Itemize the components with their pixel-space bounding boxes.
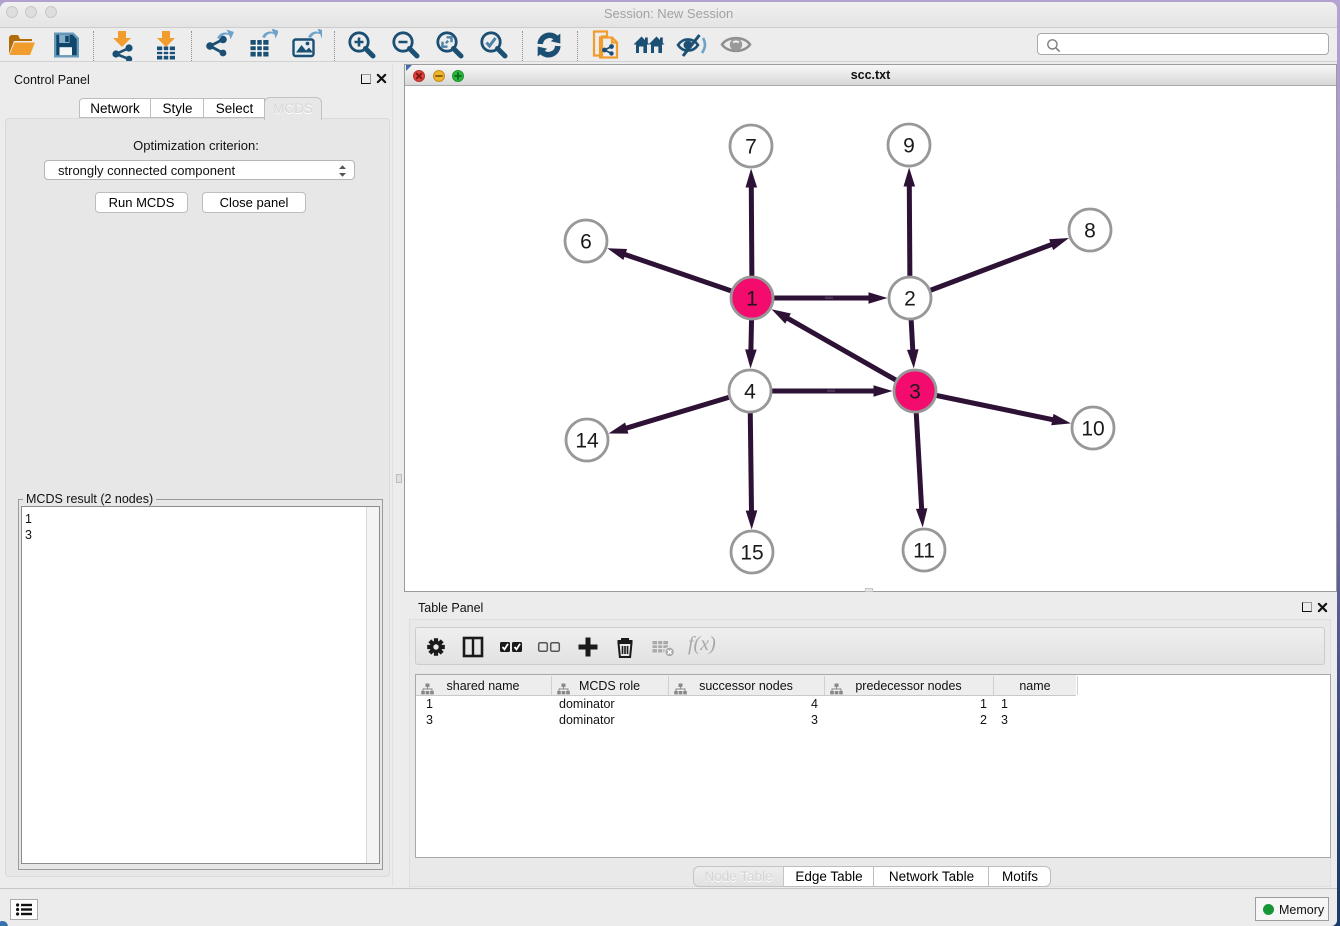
svg-text:7: 7 <box>745 136 757 159</box>
svg-text:3: 3 <box>909 381 921 404</box>
svg-text:6: 6 <box>580 231 592 254</box>
svg-text:1: 1 <box>746 288 758 311</box>
svg-text:2: 2 <box>904 288 916 311</box>
svg-text:14: 14 <box>575 430 599 453</box>
svg-text:15: 15 <box>740 542 763 565</box>
svg-text:11: 11 <box>913 540 935 563</box>
svg-text:10: 10 <box>1081 418 1104 441</box>
svg-text:9: 9 <box>903 135 915 158</box>
svg-text:4: 4 <box>744 381 756 404</box>
svg-text:8: 8 <box>1084 220 1096 243</box>
